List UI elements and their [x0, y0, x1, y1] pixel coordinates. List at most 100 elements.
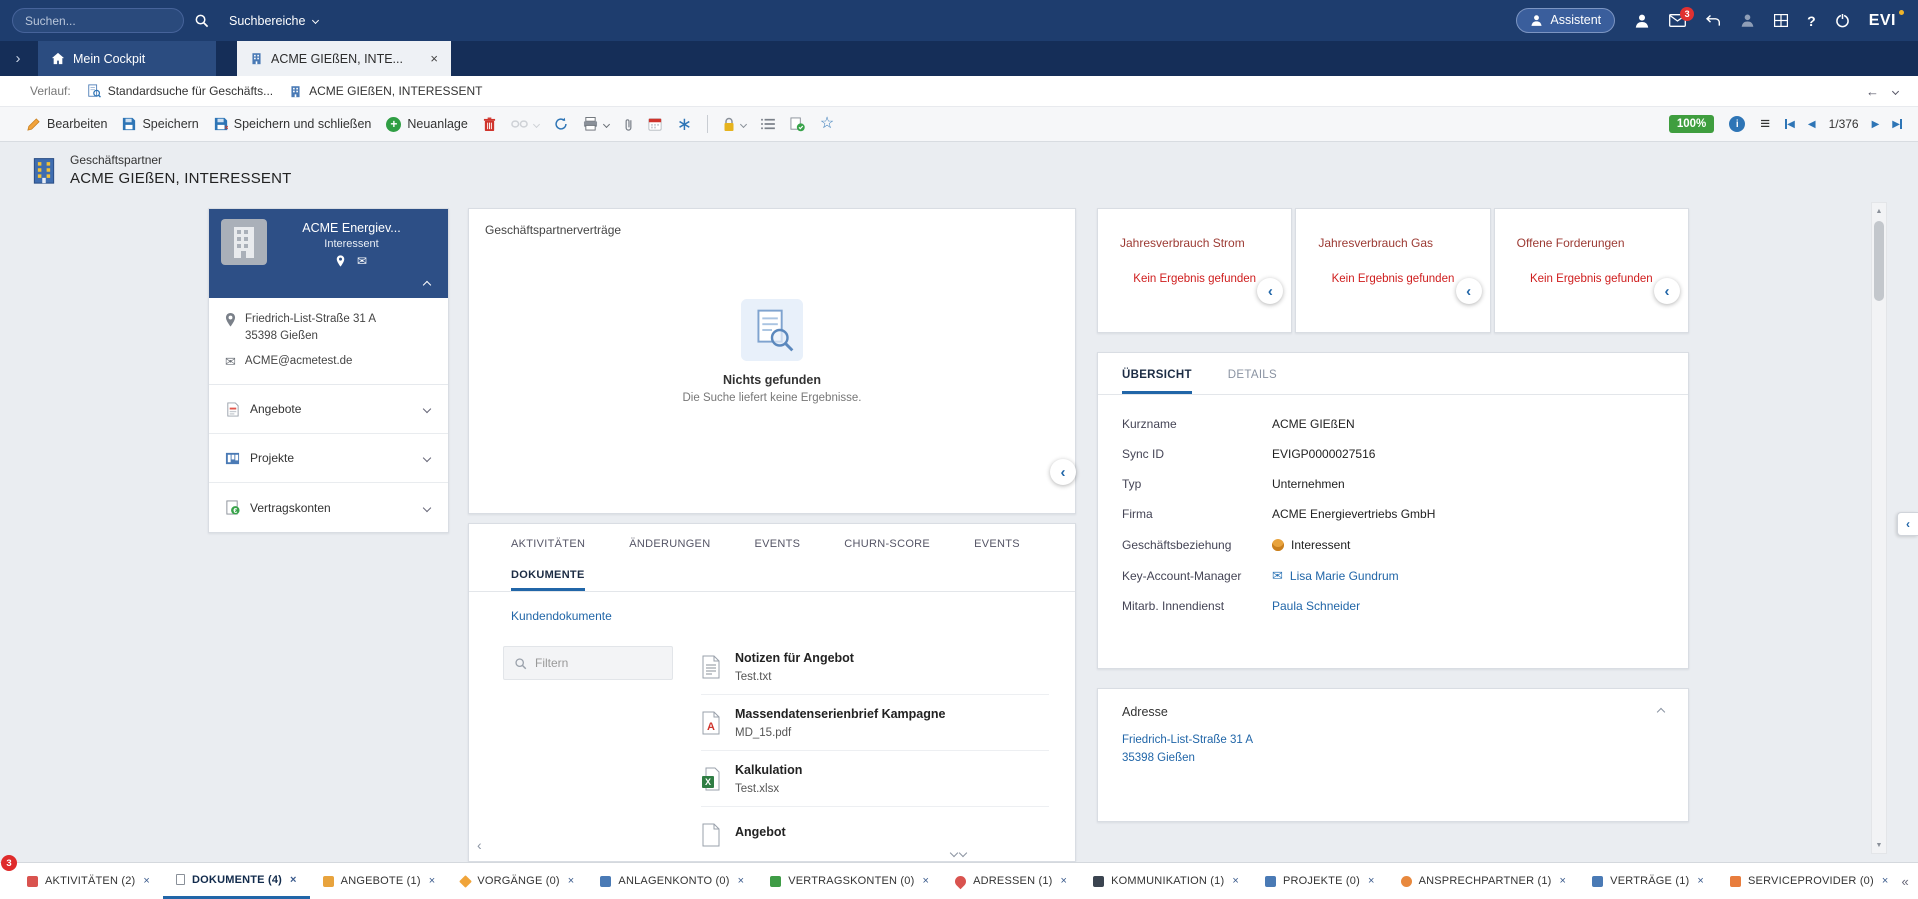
collapse-right-panel-button[interactable]: ‹ — [1897, 512, 1918, 536]
close-icon[interactable]: × — [568, 875, 575, 887]
first-page-button[interactable]: ◀ — [1785, 119, 1795, 130]
bottom-tab-angebote[interactable]: ANGEBOTE (1) × — [310, 863, 449, 899]
close-icon[interactable]: × — [922, 875, 929, 887]
save-button[interactable]: Speichern — [122, 117, 198, 131]
scroll-up-icon[interactable]: ▲ — [1872, 204, 1886, 218]
address-link-line2[interactable]: 35398 Gießen — [1122, 750, 1664, 768]
tab-aktivitaeten[interactable]: AKTIVITÄTEN — [511, 538, 585, 550]
partner-section-vertragskonten[interactable]: € Vertragskonten — [209, 483, 448, 532]
bottom-tab-vertragskonten[interactable]: VERTRAGSKONTEN (0) × — [757, 863, 942, 899]
global-search-input[interactable] — [12, 8, 184, 33]
bottom-tab-aktivitaeten[interactable]: AKTIVITÄTEN (2) × — [14, 863, 163, 899]
expand-nav-icon[interactable]: › — [4, 41, 32, 76]
vertical-scrollbar[interactable]: ▲ ▼ — [1871, 202, 1887, 854]
document-row[interactable]: Notizen für Angebot Test.txt — [701, 639, 1049, 695]
innendienst-link[interactable]: Paula Schneider — [1272, 599, 1360, 613]
documents-filter-input[interactable] — [535, 656, 647, 670]
partner-section-angebote[interactable]: Angebote — [209, 385, 448, 434]
close-tab-icon[interactable]: × — [430, 51, 438, 66]
tab-mein-cockpit[interactable]: Mein Cockpit — [38, 41, 216, 76]
prev-page-button[interactable]: ◀ — [1808, 119, 1816, 130]
address-link-line1[interactable]: Friedrich-List-Straße 31 A — [1122, 732, 1664, 750]
scroll-left-icon[interactable]: ‹ — [477, 837, 482, 853]
tab-churn-score[interactable]: CHURN-SCORE — [844, 538, 930, 550]
favorite-button[interactable]: ☆ — [820, 116, 834, 132]
kpi-scroll-left-button[interactable]: ‹ — [1654, 278, 1680, 304]
close-icon[interactable]: × — [1560, 875, 1567, 887]
next-page-button[interactable]: ▶ — [1872, 119, 1880, 130]
document-row[interactable]: X Kalkulation Test.xlsx — [701, 751, 1049, 807]
scrollbar-thumb[interactable] — [1874, 221, 1884, 301]
close-icon[interactable]: × — [1061, 875, 1068, 887]
collapse-tabs-icon[interactable]: « — [1902, 863, 1918, 899]
bottom-tab-projekte[interactable]: PROJEKTE (0) × — [1252, 863, 1388, 899]
link-button[interactable] — [511, 119, 539, 129]
attachment-button[interactable] — [624, 117, 633, 132]
breadcrumb-item-search[interactable]: Standardsuche für Geschäfts... — [87, 84, 273, 98]
print-button[interactable] — [583, 117, 609, 131]
merge-button[interactable]: ∗ — [677, 115, 692, 133]
bottom-tab-ansprechpartner[interactable]: ANSPRECHPARTNER (1) × — [1388, 863, 1580, 899]
table-grid-icon[interactable] — [1774, 14, 1788, 27]
breadcrumb-item-record[interactable]: ACME GIEßEN, INTERESSENT — [289, 84, 482, 98]
user-settings-icon[interactable] — [1740, 13, 1755, 28]
tab-details[interactable]: DETAILS — [1228, 369, 1277, 394]
tab-aenderungen[interactable]: ÄNDERUNGEN — [629, 538, 710, 550]
edit-button[interactable]: Bearbeiten — [26, 117, 107, 132]
assistant-button[interactable]: Assistent — [1516, 8, 1615, 33]
help-button[interactable]: ? — [1807, 13, 1816, 29]
save-close-button[interactable]: × Speichern und schließen — [214, 117, 372, 131]
close-icon[interactable]: × — [1697, 875, 1704, 887]
mail-icon[interactable]: ✉ — [1272, 568, 1283, 584]
bottom-tab-dokumente[interactable]: DOKUMENTE (4) × — [163, 863, 310, 899]
collapse-content-button[interactable] — [951, 850, 966, 856]
chevron-down-icon[interactable] — [1892, 87, 1899, 94]
partner-email[interactable]: ACME@acmetest.de — [245, 353, 353, 372]
new-record-button[interactable]: + Neuanlage — [386, 117, 467, 132]
menu-icon[interactable]: ≡ — [1760, 114, 1770, 134]
document-row[interactable]: A Massendatenserienbrief Kampagne MD_15.… — [701, 695, 1049, 751]
bottom-tab-anlagenkonto[interactable]: ANLAGENKONTO (0) × — [587, 863, 757, 899]
document-row[interactable]: Angebot — [701, 807, 1049, 862]
history-back-icon[interactable]: ← — [1866, 84, 1879, 99]
bottom-tab-kommunikation[interactable]: KOMMUNIKATION (1) × — [1080, 863, 1252, 899]
list-view-button[interactable] — [761, 118, 775, 130]
documents-filter[interactable] — [503, 646, 673, 680]
tab-events-2[interactable]: EVENTS — [974, 538, 1020, 550]
close-icon[interactable]: × — [1882, 875, 1889, 887]
tab-uebersicht[interactable]: ÜBERSICHT — [1122, 369, 1192, 394]
bottom-tab-vorgaenge[interactable]: VORGÄNGE (0) × — [448, 863, 587, 899]
scroll-down-icon[interactable]: ▼ — [1872, 838, 1886, 852]
document-check-button[interactable] — [790, 117, 805, 132]
calendar-button[interactable] — [648, 117, 662, 131]
undo-icon[interactable] — [1705, 14, 1721, 27]
search-icon[interactable] — [194, 13, 209, 28]
close-icon[interactable]: × — [429, 875, 436, 887]
close-icon[interactable]: × — [738, 875, 745, 887]
partner-card-header[interactable]: ACME Energiev... Interessent ✉ — [209, 209, 448, 298]
refresh-button[interactable] — [554, 117, 568, 131]
close-icon[interactable]: × — [1232, 875, 1239, 887]
tab-active-record[interactable]: ACME GIEßEN, INTE... × — [237, 41, 451, 76]
bottom-tab-vertraege[interactable]: VERTRÄGE (1) × — [1579, 863, 1717, 899]
user-icon[interactable] — [1634, 13, 1650, 29]
info-icon[interactable]: i — [1729, 116, 1745, 132]
close-icon[interactable]: × — [290, 874, 297, 886]
collapse-middle-panel-button[interactable]: ‹ — [1050, 459, 1076, 485]
bottom-tab-adressen[interactable]: ADRESSEN (1) × — [942, 863, 1080, 899]
lock-button[interactable] — [723, 117, 746, 132]
bottom-tab-serviceprovider[interactable]: SERVICEPROVIDER (0) × — [1717, 863, 1901, 899]
close-icon[interactable]: × — [1368, 875, 1375, 887]
tab-dokumente[interactable]: DOKUMENTE — [511, 569, 585, 591]
partner-section-projekte[interactable]: Projekte — [209, 434, 448, 483]
kpi-scroll-left-button[interactable]: ‹ — [1456, 278, 1482, 304]
key-account-manager-link[interactable]: Lisa Marie Gundrum — [1290, 569, 1399, 583]
kpi-scroll-left-button[interactable]: ‹ — [1257, 278, 1283, 304]
delete-button[interactable] — [483, 117, 496, 132]
last-page-button[interactable]: ▶ — [1892, 119, 1902, 130]
tab-events[interactable]: EVENTS — [754, 538, 800, 550]
close-icon[interactable]: × — [143, 875, 150, 887]
mail-notifications-button[interactable]: 3 — [1669, 14, 1686, 27]
power-logout-icon[interactable] — [1835, 13, 1850, 28]
search-scope-dropdown[interactable]: Suchbereiche — [229, 14, 318, 28]
